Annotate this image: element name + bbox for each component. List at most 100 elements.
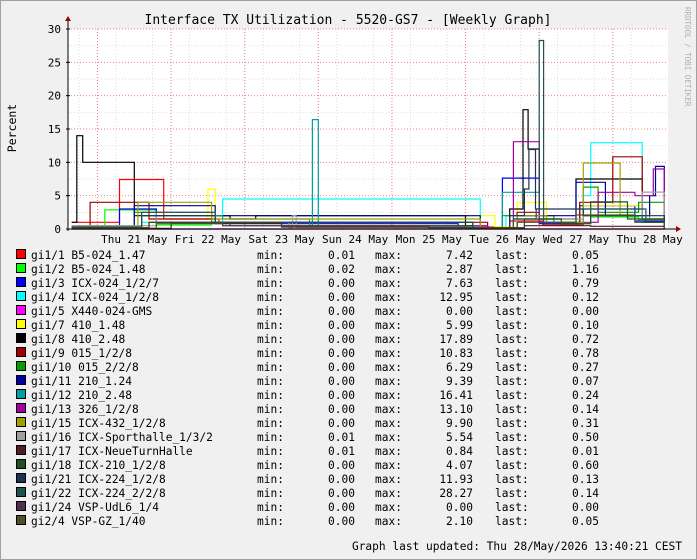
legend-series-name: gi1/5 X440-024-GMS — [31, 305, 153, 318]
legend-last-value: 0.24 — [572, 389, 599, 402]
legend-max-value: 10.83 — [439, 347, 473, 360]
x-tick-label: Mon 25 May — [396, 233, 463, 246]
legend-min-label: min: — [257, 431, 284, 444]
legend-swatch — [16, 249, 26, 259]
legend-min-value: 0.02 — [328, 263, 355, 276]
legend-series-name: gi1/9 015_1/2/8 — [31, 347, 133, 360]
legend-max-label: max: — [375, 333, 402, 346]
chart-title: Interface TX Utilization - 5520-GS7 - [W… — [145, 13, 552, 28]
legend-min-value: 0.00 — [328, 459, 355, 472]
legend-swatch — [16, 361, 26, 371]
legend-swatch — [16, 319, 26, 329]
x-axis-arrow — [676, 226, 681, 232]
legend-last-label: last: — [495, 515, 529, 528]
legend-min-label: min: — [257, 263, 284, 276]
legend-swatch — [16, 375, 26, 385]
legend-min-value: 0.00 — [328, 375, 355, 388]
legend-last-value: 0.14 — [572, 403, 599, 416]
legend-min-label: min: — [257, 305, 284, 318]
y-tick-label: 15 — [48, 123, 61, 136]
legend-max-value: 0.00 — [446, 305, 473, 318]
legend-last-label: last: — [495, 445, 529, 458]
legend-series-name: gi1/13 326_1/2/8 — [31, 403, 139, 416]
legend-max-value: 5.54 — [446, 431, 473, 444]
legend-min-value: 0.00 — [328, 515, 355, 528]
last-updated-text: Graph last updated: Thu 28/May/2026 13:4… — [351, 540, 682, 553]
legend-min-value: 0.00 — [328, 473, 355, 486]
legend-min-label: min: — [257, 375, 284, 388]
legend-min-label: min: — [257, 445, 284, 458]
legend-min-label: min: — [257, 347, 284, 360]
legend-series-name: gi1/16 ICX-Sporthalle_1/3/2 — [31, 431, 213, 444]
legend-max-label: max: — [375, 459, 402, 472]
legend-max-label: max: — [375, 417, 402, 430]
legend-series-name: gi1/3 ICX-024_1/2/7 — [31, 277, 159, 290]
legend-swatch — [16, 445, 26, 455]
legend-last-label: last: — [495, 347, 529, 360]
legend-last-label: last: — [495, 459, 529, 472]
legend-swatch — [16, 487, 26, 497]
legend-min-label: min: — [257, 319, 284, 332]
legend-last-value: 0.60 — [572, 459, 599, 472]
legend-max-label: max: — [375, 389, 402, 402]
legend-min-label: min: — [257, 249, 284, 262]
legend-last-label: last: — [495, 249, 529, 262]
legend-last-value: 0.07 — [572, 375, 599, 388]
legend-last-label: last: — [495, 389, 529, 402]
y-tick-label: 0 — [54, 223, 61, 236]
legend-last-value: 0.05 — [572, 515, 599, 528]
legend-max-value: 9.90 — [446, 417, 473, 430]
legend-max-value: 5.99 — [446, 319, 473, 332]
legend-swatch — [16, 501, 26, 511]
legend-max-label: max: — [375, 347, 402, 360]
chart: Interface TX Utilization - 5520-GS7 - [W… — [5, 7, 692, 246]
legend-series-name: gi1/4 ICX-024_1/2/8 — [31, 291, 159, 304]
legend-last-value: 0.72 — [572, 333, 599, 346]
x-tick-label: Sun 24 May — [322, 233, 389, 246]
legend-max-label: max: — [375, 305, 402, 318]
legend-max-label: max: — [375, 249, 402, 262]
legend-last-value: 0.14 — [572, 487, 599, 500]
legend-last-value: 0.13 — [572, 473, 599, 486]
legend-min-value: 0.01 — [328, 445, 355, 458]
legend-min-label: min: — [257, 277, 284, 290]
legend-min-value: 0.00 — [328, 389, 355, 402]
legend-last-label: last: — [495, 361, 529, 374]
legend-min-value: 0.00 — [328, 333, 355, 346]
y-axis-label: Percent — [5, 104, 19, 152]
y-tick-label: 20 — [48, 90, 61, 103]
legend-swatch — [16, 417, 26, 427]
legend-min-value: 0.00 — [328, 361, 355, 374]
legend-max-label: max: — [375, 291, 402, 304]
legend-min-label: min: — [257, 291, 284, 304]
legend-last-value: 0.78 — [572, 347, 599, 360]
x-tick-label: Fri 22 May — [175, 233, 242, 246]
legend-min-value: 0.01 — [328, 249, 355, 262]
x-tick-label: Thu 21 May — [101, 233, 168, 246]
legend-min-value: 0.00 — [328, 347, 355, 360]
x-tick-label: Tue 26 May — [469, 233, 536, 246]
legend-last-label: last: — [495, 417, 529, 430]
legend-last-label: last: — [495, 277, 529, 290]
legend-min-value: 0.00 — [328, 403, 355, 416]
legend-last-label: last: — [495, 501, 529, 514]
legend-swatch — [16, 291, 26, 301]
legend-max-value: 6.29 — [446, 361, 473, 374]
legend-swatch — [16, 473, 26, 483]
legend-min-value: 0.00 — [328, 277, 355, 290]
legend-series-name: gi1/1 B5-024_1.47 — [31, 249, 146, 262]
legend-swatch — [16, 403, 26, 413]
legend-max-value: 28.27 — [439, 487, 473, 500]
legend-max-value: 2.10 — [446, 515, 473, 528]
y-tick-label: 25 — [48, 56, 61, 69]
legend-series-name: gi1/8 410_2.48 — [31, 333, 126, 346]
legend-series-name: gi1/21 ICX-224_1/2/8 — [31, 473, 166, 486]
legend-last-value: 0.01 — [572, 445, 599, 458]
legend-last-value: 0.10 — [572, 319, 599, 332]
legend-min-label: min: — [257, 501, 284, 514]
legend-min-label: min: — [257, 459, 284, 472]
legend-max-value: 11.93 — [439, 473, 473, 486]
legend-series-name: gi1/22 ICX-224_2/2/8 — [31, 487, 166, 500]
legend-min-label: min: — [257, 389, 284, 402]
legend-series-name: gi1/2 B5-024_1.48 — [31, 263, 146, 276]
